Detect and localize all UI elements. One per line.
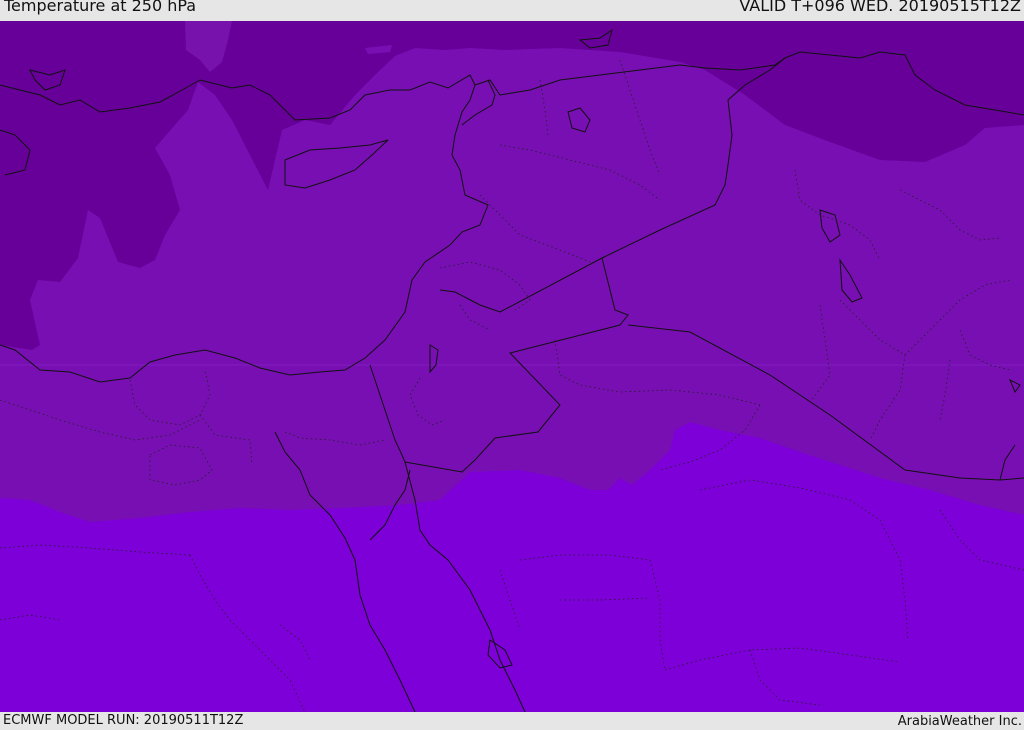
temperature-map [0, 21, 1024, 712]
model-run-label: ECMWF MODEL RUN: 20190511T12Z [3, 713, 244, 728]
map-footer: ECMWF MODEL RUN: 20190511T12Z ArabiaWeat… [0, 712, 1024, 729]
valid-time: VALID T+096 WED. 20190515T12Z [739, 0, 1021, 15]
map-title: Temperature at 250 hPa [4, 0, 197, 15]
map-canvas [0, 21, 1024, 712]
map-header: Temperature at 250 hPa VALID T+096 WED. … [0, 0, 1024, 21]
brand-label: ArabiaWeather Inc. [897, 714, 1022, 729]
